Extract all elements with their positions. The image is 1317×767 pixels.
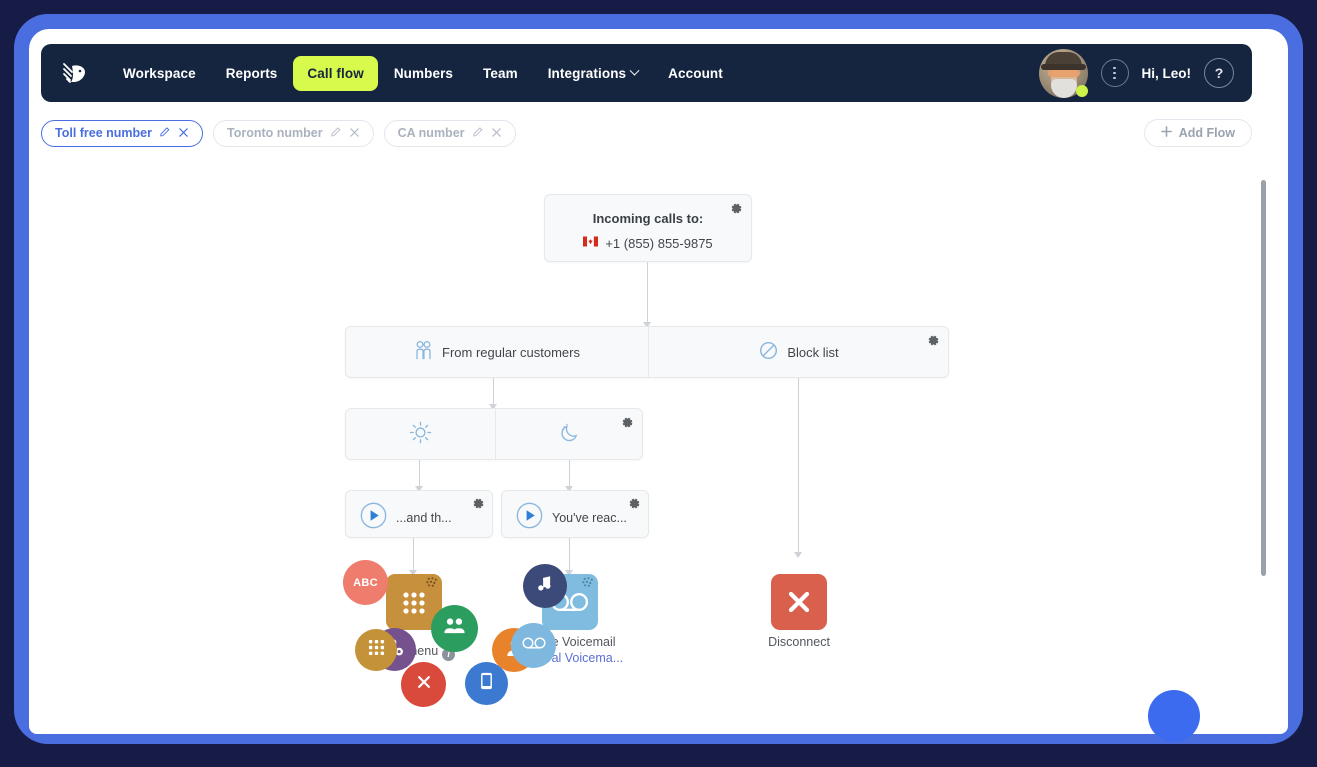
nav-label: Team xyxy=(483,65,518,81)
close-icon[interactable] xyxy=(178,127,189,140)
sparkle-icon xyxy=(580,576,595,596)
add-flow-button[interactable]: Add Flow xyxy=(1143,119,1252,147)
keypad-icon xyxy=(368,639,385,661)
more-options-icon[interactable] xyxy=(1100,59,1129,87)
nav-item-call-flow[interactable]: Call flow xyxy=(293,55,378,91)
nav-item-reports[interactable]: Reports xyxy=(212,56,292,91)
add-flow-label: Add Flow xyxy=(1178,126,1235,140)
pencil-icon[interactable] xyxy=(330,126,342,140)
nav-item-integrations[interactable]: Integrations xyxy=(534,56,652,91)
flow-tab-toronto-number[interactable]: Toronto number xyxy=(213,119,374,147)
gear-icon[interactable] xyxy=(472,497,485,515)
nav-label: Workspace xyxy=(123,65,196,81)
two-people-icon xyxy=(414,340,433,364)
nav-right-cluster: Hi, Leo! ? xyxy=(1038,48,1239,98)
sparkle-icon xyxy=(424,576,439,596)
music-note-icon xyxy=(537,575,553,597)
nav-item-team[interactable]: Team xyxy=(469,56,532,91)
music-bubble[interactable] xyxy=(523,564,567,608)
node-schedule-row[interactable] xyxy=(345,408,643,460)
mobile-bubble[interactable] xyxy=(465,662,508,705)
pencil-icon[interactable] xyxy=(159,126,171,140)
play-icon[interactable] xyxy=(360,502,387,534)
nav-item-workspace[interactable]: Workspace xyxy=(109,56,210,91)
leaf-disconnect-icon[interactable] xyxy=(771,574,827,630)
flow-tab-label: Toll free number xyxy=(55,126,153,140)
node-caller-filter-row[interactable]: From regular customers Block list xyxy=(345,326,949,378)
connector xyxy=(647,262,648,324)
flow-tab-label: CA number xyxy=(397,126,465,140)
app-shell: Workspace Reports Call flow Numbers Team… xyxy=(41,32,1276,722)
user-greeting: Hi, Leo! xyxy=(1141,65,1192,81)
group-icon xyxy=(443,616,466,641)
nav-items: Workspace Reports Call flow Numbers Team… xyxy=(109,55,737,91)
flow-tab-ca-number[interactable]: CA number xyxy=(383,119,516,147)
avatar[interactable] xyxy=(1038,48,1088,98)
vertical-scrollbar[interactable] xyxy=(1261,180,1266,576)
nav-item-numbers[interactable]: Numbers xyxy=(380,56,467,91)
nav-label: Account xyxy=(668,65,723,81)
voicemail-bubble[interactable] xyxy=(511,623,556,668)
top-navigation-bar: Workspace Reports Call flow Numbers Team… xyxy=(41,44,1252,102)
close-icon[interactable] xyxy=(349,127,360,140)
node-greeting-night[interactable]: You've reac... xyxy=(501,490,649,538)
country-flag-icon xyxy=(583,234,599,252)
branch-label: From regular customers xyxy=(442,344,580,360)
chat-launcher[interactable] xyxy=(1148,690,1200,742)
incoming-phone-number: +1 (855) 855-9875 xyxy=(605,235,713,251)
group-bubble[interactable] xyxy=(431,605,478,652)
flow-tab-toll-free-number[interactable]: Toll free number xyxy=(41,119,204,147)
nav-item-account[interactable]: Account xyxy=(654,56,737,91)
branch-block-list[interactable]: Block list xyxy=(648,327,950,377)
nav-label: Numbers xyxy=(393,65,454,81)
leaf-disconnect-label: Disconnect xyxy=(768,635,830,649)
gear-icon[interactable] xyxy=(927,334,940,352)
play-icon[interactable] xyxy=(516,502,543,534)
connector xyxy=(569,460,570,488)
arrow-head xyxy=(794,552,802,558)
connector xyxy=(419,460,420,488)
node-greeting-daytime[interactable]: ...and th... xyxy=(345,490,493,538)
flow-tabs-row: Toll free number Toronto number CA numbe… xyxy=(41,118,1252,148)
x-icon xyxy=(416,674,432,695)
sun-icon xyxy=(409,421,432,447)
screen: Workspace Reports Call flow Numbers Team… xyxy=(0,0,1317,767)
lion-head-logo[interactable] xyxy=(55,53,95,93)
nav-label: Call flow xyxy=(307,65,364,81)
incoming-calls-title: Incoming calls to: xyxy=(592,211,704,226)
voicemail-icon xyxy=(521,636,546,655)
hangup-bubble[interactable] xyxy=(401,662,446,707)
abc-label: ABC xyxy=(353,576,378,589)
plus-icon xyxy=(1160,126,1172,140)
greeting-text: ...and th... xyxy=(396,511,452,525)
block-icon xyxy=(759,341,778,363)
gear-icon[interactable] xyxy=(628,497,641,515)
mobile-icon xyxy=(480,672,493,695)
call-flow-canvas[interactable]: Incoming calls to: +1 (855) 855-9875 Fro… xyxy=(41,156,1266,722)
close-icon[interactable] xyxy=(491,127,502,140)
gear-icon[interactable] xyxy=(621,416,634,434)
status-badge xyxy=(1075,84,1088,97)
branch-label: Block list xyxy=(787,344,839,360)
branch-from-regular-customers[interactable]: From regular customers xyxy=(346,327,648,377)
branch-daytime[interactable] xyxy=(346,409,495,459)
connector xyxy=(569,538,570,572)
node-incoming-calls[interactable]: Incoming calls to: +1 (855) 855-9875 xyxy=(544,194,752,262)
help-icon[interactable]: ? xyxy=(1204,58,1234,88)
nav-label: Reports xyxy=(225,65,278,81)
moon-icon xyxy=(558,421,581,447)
greeting-text: You've reac... xyxy=(552,511,627,525)
keypad-bubble[interactable] xyxy=(355,629,397,671)
nav-label: Integrations xyxy=(547,65,627,81)
flow-tab-label: Toronto number xyxy=(227,126,323,140)
connector xyxy=(798,378,799,554)
connector xyxy=(413,538,414,572)
chevron-down-icon xyxy=(629,65,640,76)
connector xyxy=(493,378,494,406)
abc-bubble[interactable]: ABC xyxy=(343,560,388,605)
pencil-icon[interactable] xyxy=(472,126,484,140)
